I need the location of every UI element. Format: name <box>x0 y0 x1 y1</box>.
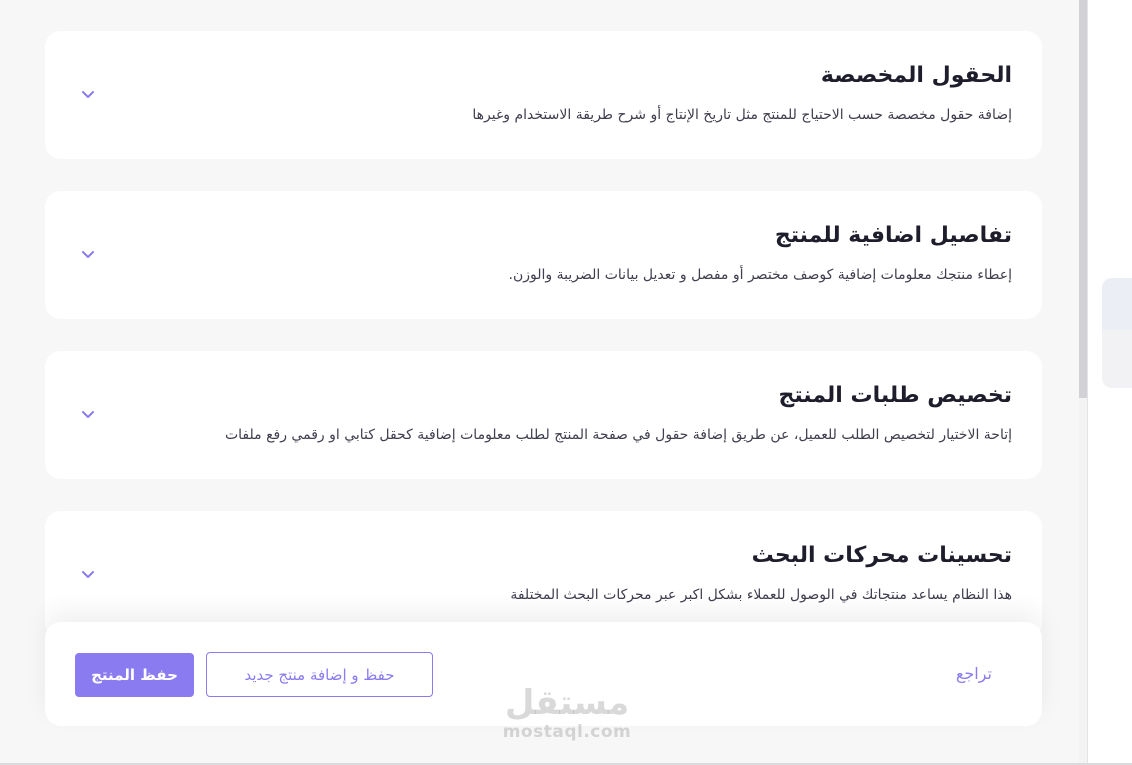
section-card-seo[interactable]: تحسينات محركات البحث هذا النظام يساعد من… <box>45 511 1042 639</box>
section-card-extra-details[interactable]: تفاصيل اضافية للمنتج إعطاء منتجك معلومات… <box>45 191 1042 319</box>
section-card-order-customization[interactable]: تخصيص طلبات المنتج إتاحة الاختيار لتخصيص… <box>45 351 1042 479</box>
section-card-custom-fields[interactable]: الحقول المخصصة إضافة حقول مخصصة حسب الاح… <box>45 31 1042 159</box>
save-product-button[interactable]: حفظ المنتج <box>75 653 194 697</box>
action-footer: حفظ المنتج حفظ و إضافة منتج جديد تراجع <box>45 622 1042 726</box>
section-description: إضافة حقول مخصصة حسب الاحتياج للمنتج مثل… <box>472 107 1012 123</box>
scrollbar-thumb[interactable] <box>1079 0 1087 398</box>
scrollbar[interactable] <box>1079 0 1088 765</box>
side-panel-tab-highlight <box>1102 278 1132 330</box>
chevron-down-icon[interactable] <box>81 409 95 419</box>
chevron-down-icon[interactable] <box>81 569 95 579</box>
section-title: تحسينات محركات البحث <box>751 543 1012 568</box>
section-title: الحقول المخصصة <box>820 63 1012 88</box>
chevron-down-icon[interactable] <box>81 89 95 99</box>
section-description: إتاحة الاختيار لتخصيص الطلب للعميل، عن ط… <box>224 427 1012 443</box>
side-panel-tab[interactable] <box>1102 278 1132 388</box>
section-title: تفاصيل اضافية للمنتج <box>774 223 1012 248</box>
section-title: تخصيص طلبات المنتج <box>778 383 1012 408</box>
section-description: هذا النظام يساعد منتجاتك في الوصول للعمل… <box>510 587 1012 603</box>
back-button[interactable]: تراجع <box>956 664 992 683</box>
side-panel <box>1088 0 1132 765</box>
chevron-down-icon[interactable] <box>81 249 95 259</box>
product-editor-page: الحقول المخصصة إضافة حقول مخصصة حسب الاح… <box>0 0 1132 765</box>
section-description: إعطاء منتجك معلومات إضافية كوصف مختصر أو… <box>508 267 1012 283</box>
save-and-add-new-button[interactable]: حفظ و إضافة منتج جديد <box>206 652 433 697</box>
